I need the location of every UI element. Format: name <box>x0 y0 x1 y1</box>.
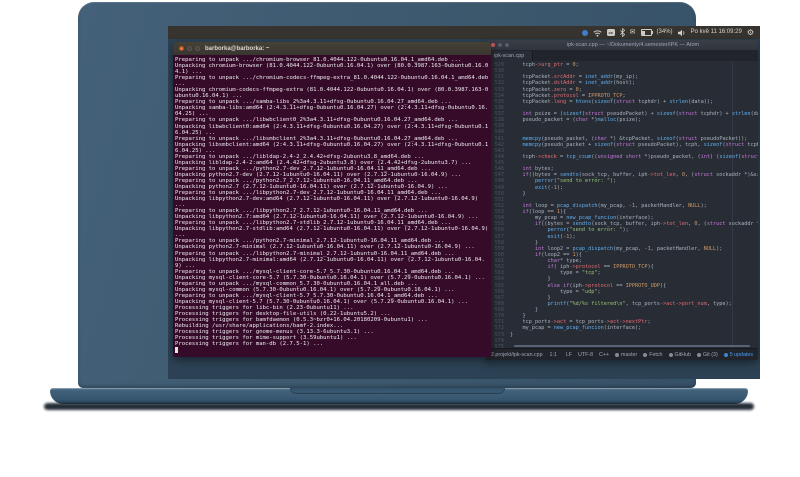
laptop-base <box>50 388 748 404</box>
terminal-line: Unpacking chromium-browser (81.0.4044.12… <box>175 63 489 76</box>
mail-icon[interactable]: ✉ <box>630 26 636 39</box>
wifi-icon[interactable] <box>593 29 602 37</box>
terminal-window-buttons <box>179 46 200 51</box>
battery-icon[interactable] <box>640 29 653 36</box>
terminal-line: Preparing to unpack .../mysql-client-cor… <box>175 268 455 275</box>
close-button[interactable] <box>179 46 184 51</box>
laptop-base-notch <box>290 388 505 394</box>
maximize-button[interactable] <box>195 46 200 51</box>
session-gear-icon[interactable]: ⚙ <box>747 26 754 39</box>
terminal-line: Unpacking mysql-client-core-5.7 (5.7.30-… <box>175 274 485 281</box>
status-cursor-position[interactable]: 1:1 <box>550 352 557 358</box>
terminal-line: Unpacking libpython2.7-dev:amd64 (2.7.12… <box>175 196 482 209</box>
minimize-button[interactable] <box>498 43 502 47</box>
tab-ipk-scan-cpp[interactable]: ipk-scan.cpp <box>486 51 534 61</box>
atom-window-title: ipk-scan.cpp — ~/Dokumenty/4.semester/IP… <box>566 42 700 48</box>
terminal-line: Preparing to unpack .../libsmbclient_2%3… <box>175 135 458 142</box>
status-item-github[interactable]: GitHub <box>668 352 691 358</box>
terminal-window-title: barborka@barborka: ~ <box>205 45 270 52</box>
status-item-master[interactable]: master <box>615 352 637 358</box>
terminal-body[interactable]: Preparing to unpack .../chromium-browser… <box>173 55 491 357</box>
horizontal-scrollbar[interactable] <box>514 345 750 347</box>
clock[interactable]: Po kvě 11 16:09:29 <box>691 26 742 39</box>
github-icon <box>668 352 673 357</box>
terminal-line: Unpacking samba-libs:amd64 (2:4.3.11+dfs… <box>175 105 489 118</box>
terminal-line: Unpacking python2.7-minimal (2.7.12-1ubu… <box>175 244 475 251</box>
atom-editor[interactable]: 529 530 531 532 533 534 535 536 537 538 539 540 541 5… <box>486 61 758 348</box>
atom-window-buttons <box>491 43 509 47</box>
branch-icon <box>615 352 620 357</box>
status-item-lf[interactable]: LF <box>566 352 572 358</box>
volume-icon[interactable] <box>677 29 686 37</box>
keyboard-layout-icon[interactable]: cs <box>606 29 615 36</box>
terminal-line: Preparing to unpack .../libpython2.7-min… <box>175 250 455 257</box>
app-indicator-icon[interactable] <box>581 29 588 36</box>
maximize-button[interactable] <box>505 43 509 47</box>
terminal-cursor <box>175 347 179 353</box>
terminal-cursor-line <box>175 347 490 353</box>
atom-tabbar: ipk-scan.cpp <box>486 50 758 61</box>
terminal-line: Unpacking mysql-common (5.7.30-0ubuntu0.… <box>175 286 455 293</box>
atom-titlebar[interactable]: ipk-scan.cpp — ~/Dokumenty/4.semester/IP… <box>486 40 758 50</box>
terminal-titlebar[interactable]: barborka@barborka: ~ <box>173 42 491 55</box>
close-button[interactable] <box>491 43 495 47</box>
minimize-button[interactable] <box>187 46 192 51</box>
terminal-line: Preparing to unpack .../chromium-codecs-… <box>175 75 489 88</box>
screen: cs ✉ (34%) Po kvě 11 16:09:29 ⚙ ipk-scan… <box>168 26 760 379</box>
laptop-lid: cs ✉ (34%) Po kvě 11 16:09:29 ⚙ ipk-scan… <box>78 2 760 388</box>
status-file-path: 2.projekt/ipk-scan.cpp <box>491 351 543 358</box>
git-icon <box>697 352 701 357</box>
terminal-line: Unpacking libpython2.7-minimal:amd64 (2.… <box>175 256 485 269</box>
terminal-line: Unpacking libldap-2.4-2:amd64 (2.4.42+df… <box>175 159 472 166</box>
laptop-shadow <box>44 403 754 410</box>
terminal-line: Unpacking chromium-codecs-ffmpeg-extra (… <box>175 87 489 100</box>
status-right: LF UTF-8 C++ master Fetch GitHub Git (3) 5 upda… <box>566 352 753 358</box>
bluetooth-icon[interactable] <box>619 28 625 37</box>
status-item-utf-8[interactable]: UTF-8 <box>578 352 593 358</box>
battery-percent: (34%) <box>656 29 673 35</box>
status-item-git-3-[interactable]: Git (3) <box>697 352 718 358</box>
terminal-window: barborka@barborka: ~ Preparing to unpack… <box>173 42 491 357</box>
atom-statusbar: 2.projekt/ipk-scan.cpp 1:1 LF UTF-8 C++ mas… <box>486 348 758 360</box>
status-item-fetch[interactable]: Fetch <box>643 352 663 358</box>
terminal-line: Preparing to unpack .../libwbclient0_2%3… <box>175 117 458 124</box>
terminal-line: Unpacking libpython2.7-stdlib:amd64 (2.7… <box>175 226 489 239</box>
top-panel: cs ✉ (34%) Po kvě 11 16:09:29 ⚙ <box>168 26 760 39</box>
sync-icon <box>643 352 648 357</box>
page: cs ✉ (34%) Po kvě 11 16:09:29 ⚙ ipk-scan… <box>0 0 800 477</box>
status-item-c-[interactable]: C++ <box>599 352 609 358</box>
code-area[interactable]: tcph->urg_ptr = 0; tcpPacket.srcAddr = i… <box>507 61 758 348</box>
terminal-line: Unpacking libwbclient0:amd64 (2:4.3.11+d… <box>175 123 489 136</box>
code-lines: tcph->urg_ptr = 0; tcpPacket.srcAddr = i… <box>510 62 758 348</box>
status-item-5-updates[interactable]: 5 updates <box>723 352 753 358</box>
terminal-line: Unpacking libsmbclient:amd64 (2:4.3.11+d… <box>175 141 489 154</box>
updates-icon <box>723 352 728 357</box>
atom-window: ipk-scan.cpp — ~/Dokumenty/4.semester/IP… <box>486 40 758 360</box>
